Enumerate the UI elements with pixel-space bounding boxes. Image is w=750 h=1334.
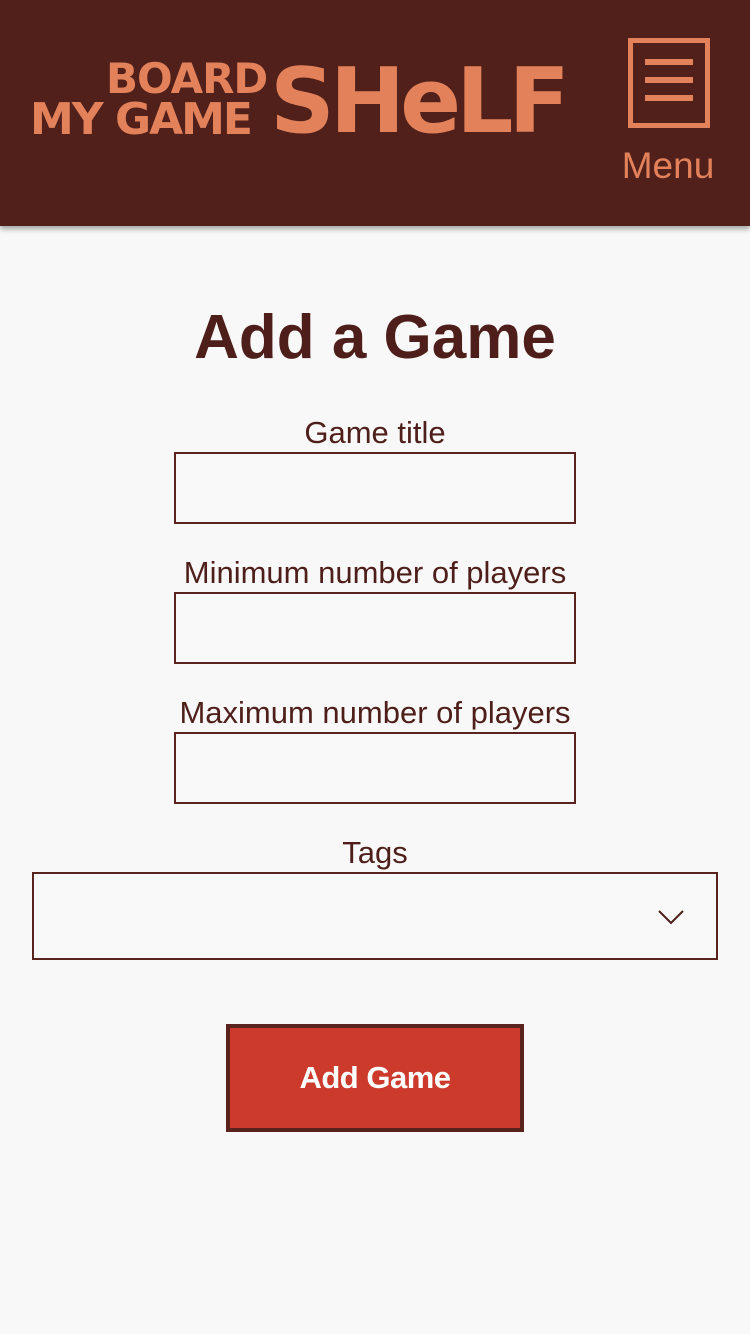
menu-button[interactable]: Menu bbox=[612, 34, 724, 194]
min-players-input[interactable] bbox=[174, 592, 576, 664]
hamburger-icon bbox=[628, 38, 710, 128]
logo-my-game-text: MY GAME bbox=[30, 94, 253, 145]
tags-label: Tags bbox=[342, 835, 408, 870]
page-title: Add a Game bbox=[194, 303, 556, 372]
tags-select[interactable] bbox=[32, 872, 718, 960]
game-title-label: Game title bbox=[304, 415, 446, 450]
max-players-label: Maximum number of players bbox=[179, 695, 571, 730]
max-players-input[interactable] bbox=[174, 732, 576, 804]
site-logo[interactable]: BOARD MY GAME SHeLF bbox=[30, 57, 570, 148]
menu-label: Menu bbox=[621, 145, 715, 186]
chevron-down-icon bbox=[658, 910, 684, 925]
min-players-label: Minimum number of players bbox=[183, 555, 567, 590]
game-title-input[interactable] bbox=[174, 452, 576, 524]
site-header: BOARD MY GAME SHeLF Menu bbox=[0, 0, 750, 226]
add-game-button[interactable]: Add Game bbox=[226, 1024, 524, 1132]
logo-shelf-text: SHeLF bbox=[270, 49, 570, 154]
